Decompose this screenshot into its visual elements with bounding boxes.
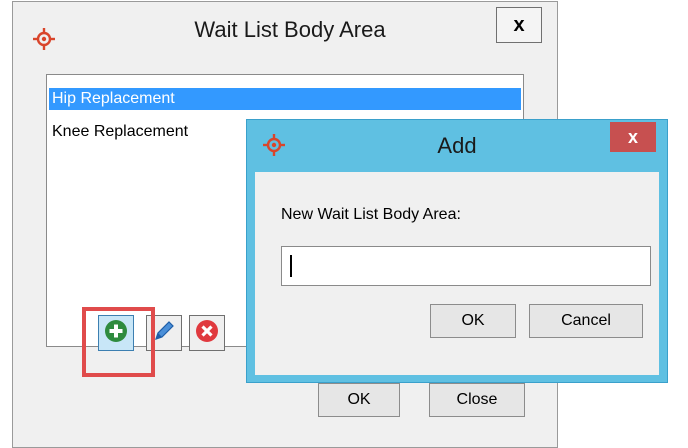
add-dialog-body: New Wait List Body Area: OK Cancel: [255, 172, 659, 375]
add-button[interactable]: [98, 315, 134, 351]
pencil-icon: [151, 318, 177, 349]
delete-button[interactable]: [189, 315, 225, 351]
add-dialog-close-button[interactable]: x: [610, 122, 656, 152]
dialog-title: Wait List Body Area: [194, 17, 386, 42]
plus-circle-icon: [104, 319, 128, 348]
add-dialog-title: Add: [437, 133, 477, 158]
new-body-area-label: New Wait List Body Area:: [281, 206, 461, 223]
ok-button[interactable]: OK: [318, 383, 400, 417]
add-dialog-title-bar: Add: [247, 120, 667, 172]
dialog-title-bar: Wait List Body Area: [13, 2, 557, 58]
new-body-area-input[interactable]: [281, 246, 651, 286]
add-cancel-button[interactable]: Cancel: [529, 304, 643, 338]
add-dialog: Add x New Wait List Body Area: OK Cancel: [246, 119, 668, 383]
list-item-hip-replacement[interactable]: Hip Replacement: [49, 88, 521, 110]
close-button[interactable]: Close: [429, 383, 525, 417]
close-window-button[interactable]: x: [496, 7, 542, 43]
add-ok-button[interactable]: OK: [430, 304, 516, 338]
edit-button[interactable]: [146, 315, 182, 351]
x-circle-icon: [195, 319, 219, 348]
text-caret: [290, 255, 292, 277]
